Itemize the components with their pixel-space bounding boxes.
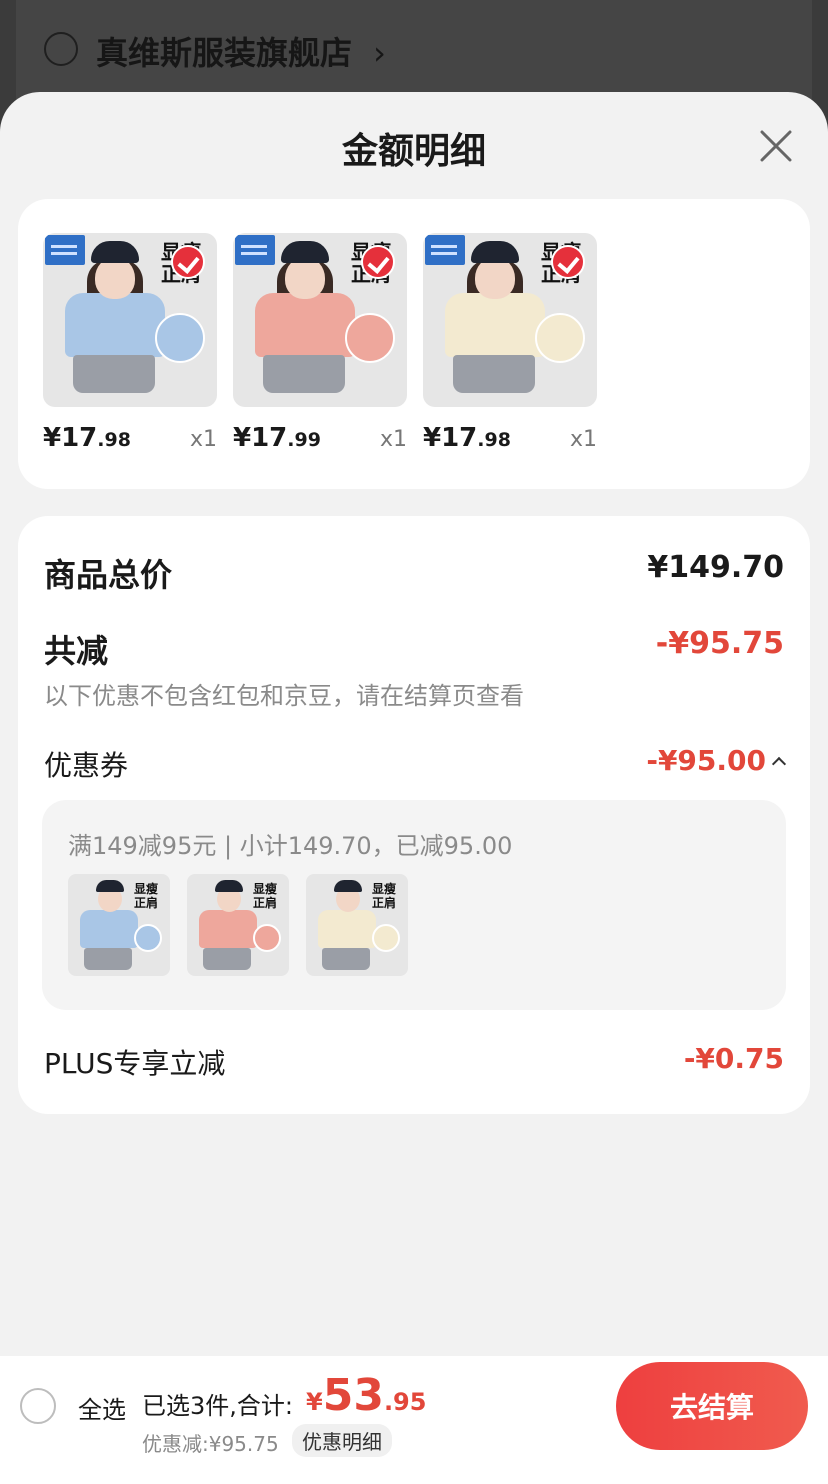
- shirt-image: [445, 293, 545, 357]
- total-discount: 优惠减:¥95.75: [142, 1432, 279, 1456]
- grand-total: ¥53.95: [306, 1370, 427, 1421]
- shirt-image: [255, 293, 355, 357]
- shirt-image: [65, 293, 165, 357]
- product-price: ¥17.98: [423, 423, 511, 453]
- coupon-product-thumbnail: 显瘦 正肩: [187, 874, 289, 976]
- coupon-value: -¥95.00: [646, 744, 766, 777]
- store-radio: [44, 32, 78, 66]
- mini-tag: 显瘦 正肩: [372, 882, 397, 910]
- selected-products-card: 显瘦 正肩 ¥17.98 x1 显瘦 正肩 ¥17.99 x1: [18, 199, 810, 489]
- total-price-value: ¥149.70: [647, 550, 784, 585]
- amount-detail-sheet: 金额明细 显瘦 正肩 ¥17.98 x1: [0, 92, 828, 1484]
- product-item[interactable]: 显瘦 正肩 ¥17.99 x1: [233, 233, 407, 453]
- product-thumbnail[interactable]: 显瘦 正肩: [423, 233, 597, 407]
- coupon-toggle[interactable]: -¥95.00: [646, 744, 787, 777]
- checkmark-icon[interactable]: [361, 245, 395, 279]
- product-quantity: x1: [379, 427, 407, 452]
- discount-detail-button[interactable]: 优惠明细: [292, 1424, 392, 1457]
- chevron-up-icon: [771, 756, 787, 771]
- plus-discount-label: PLUS专享立减: [44, 1047, 226, 1080]
- discount-label: 共减: [44, 632, 109, 670]
- discount-value: -¥95.75: [655, 626, 784, 661]
- close-icon[interactable]: [758, 128, 794, 164]
- mini-tag: 显瘦 正肩: [253, 882, 278, 910]
- product-price: ¥17.99: [233, 423, 321, 453]
- coupon-product-thumbnail: 显瘦 正肩: [68, 874, 170, 976]
- checkmark-icon[interactable]: [551, 245, 585, 279]
- coupon-detail: 满149减95元 | 小计149.70，已减95.00: [68, 832, 513, 860]
- coupon-product-thumbnail: 显瘦 正肩: [306, 874, 408, 976]
- selected-summary: 已选3件,合计:: [142, 1392, 293, 1420]
- chevron-right-icon: ›: [373, 34, 386, 72]
- select-all-label[interactable]: 全选: [78, 1390, 126, 1425]
- product-quantity: x1: [189, 427, 217, 452]
- select-all-radio[interactable]: [20, 1388, 56, 1424]
- brand-logo-icon: [235, 235, 275, 265]
- product-thumbnail[interactable]: 显瘦 正肩: [233, 233, 407, 407]
- checkmark-icon[interactable]: [171, 245, 205, 279]
- sheet-title: 金额明细: [341, 131, 486, 172]
- checkout-bar: 全选 已选3件,合计: ¥53.95 优惠减:¥95.75 优惠明细 去结算: [0, 1356, 828, 1484]
- plus-discount-value: -¥0.75: [683, 1042, 784, 1075]
- checkout-button[interactable]: 去结算: [616, 1362, 808, 1450]
- product-item[interactable]: 显瘦 正肩 ¥17.98 x1: [43, 233, 217, 453]
- price-breakdown-card: 商品总价 ¥149.70 共减 -¥95.75 以下优惠不包含红包和京豆，请在结…: [18, 516, 810, 1114]
- brand-logo-icon: [425, 235, 465, 265]
- mini-tag: 显瘦 正肩: [134, 882, 159, 910]
- brand-logo-icon: [45, 235, 85, 265]
- product-item[interactable]: 显瘦 正肩 ¥17.98 x1: [423, 233, 597, 453]
- product-thumbnail[interactable]: 显瘦 正肩: [43, 233, 217, 407]
- discount-note: 以下优惠不包含红包和京豆，请在结算页查看: [44, 682, 524, 710]
- total-price-label: 商品总价: [44, 556, 173, 594]
- coupon-label: 优惠券: [44, 749, 129, 782]
- product-quantity: x1: [569, 427, 597, 452]
- store-name: 真维斯服装旗舰店 ›: [96, 34, 386, 72]
- product-price: ¥17.98: [43, 423, 131, 453]
- coupon-detail-box: 满149减95元 | 小计149.70，已减95.00 显瘦 正肩 显瘦 正肩 …: [42, 800, 786, 1010]
